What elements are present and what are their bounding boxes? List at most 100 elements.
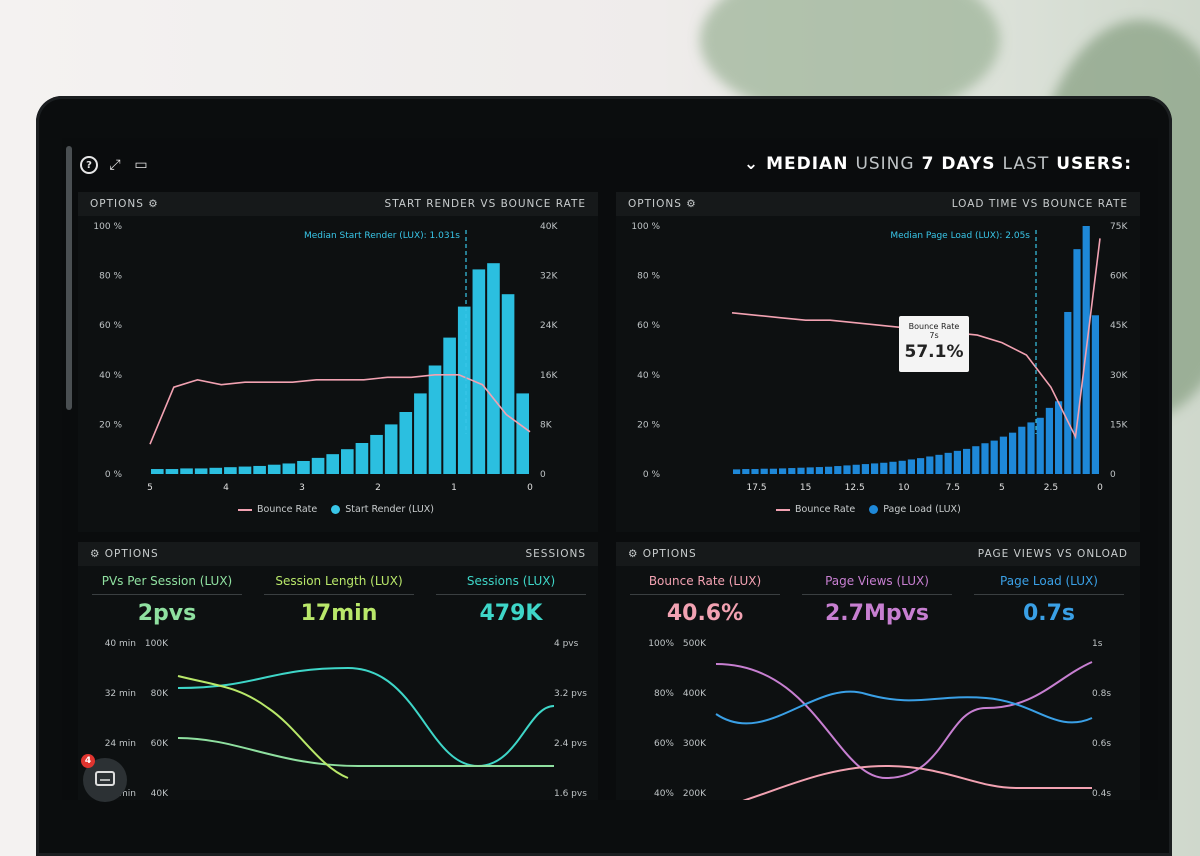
bar bbox=[935, 454, 943, 474]
tooltip: Bounce Rate 7s 57.1% bbox=[899, 316, 969, 372]
y-left-tick: 100 % bbox=[93, 222, 122, 232]
bar bbox=[788, 468, 796, 474]
y-right-tick: 24K bbox=[540, 321, 558, 331]
chevron-down-icon[interactable]: ⌄ bbox=[744, 154, 759, 174]
y-mid-tick: 60K bbox=[151, 739, 169, 749]
bar bbox=[501, 294, 515, 474]
metric-page-load: Page Load (LUX) 0.7s bbox=[974, 574, 1124, 626]
y-mid-tick: 100K bbox=[145, 639, 169, 649]
bar bbox=[825, 466, 833, 474]
bar bbox=[1091, 315, 1099, 474]
y-left-tick: 0.4s bbox=[1092, 789, 1111, 799]
y-left-tick: 3.2 pvs bbox=[554, 689, 587, 699]
y-right-tick: 24 min bbox=[105, 739, 136, 749]
y-mid-tick: 40K bbox=[151, 789, 169, 799]
options-button[interactable]: OPTIONS ⚙ bbox=[90, 198, 159, 210]
series-line bbox=[177, 675, 349, 779]
tooltip-title: Bounce Rate bbox=[908, 322, 960, 331]
panel-title: SESSIONS bbox=[525, 548, 586, 560]
bar bbox=[1045, 407, 1053, 474]
median-label: Median Page Load (LUX): 2.05s bbox=[890, 231, 1030, 241]
y-left-tick: 40 % bbox=[99, 371, 122, 381]
bar bbox=[487, 263, 500, 474]
y-left-tick: 0.8s bbox=[1092, 689, 1111, 699]
y-right-tick: 45K bbox=[1110, 321, 1128, 331]
options-button[interactable]: ⚙ OPTIONS bbox=[90, 548, 159, 560]
y-left-tick: 20 % bbox=[99, 420, 122, 430]
y-right-tick: 30K bbox=[1110, 371, 1128, 381]
y-right-tick: 32 min bbox=[105, 689, 136, 699]
y-right-tick: 0 bbox=[540, 470, 546, 480]
bar bbox=[516, 393, 529, 474]
y-right-tick: 8K bbox=[540, 420, 553, 430]
x-tick: 0 bbox=[1097, 483, 1103, 493]
bar bbox=[311, 457, 325, 474]
bar bbox=[326, 454, 339, 474]
y-left-tick: 0 % bbox=[643, 470, 661, 480]
bar bbox=[806, 467, 814, 474]
x-tick: 2.5 bbox=[1044, 483, 1058, 493]
bar bbox=[815, 467, 823, 474]
dot-swatch bbox=[869, 505, 879, 514]
load-time-panel: OPTIONS ⚙ LOAD TIME VS BOUNCE RATE 100 %… bbox=[616, 192, 1140, 532]
load-time-chart: 100 % 80 % 60 % 40 % 20 % 0 % 75K 60K 45K 30K 15K 0… bbox=[631, 222, 1128, 493]
bar bbox=[889, 461, 897, 474]
monitor-icon[interactable]: ▭ bbox=[132, 156, 150, 174]
metric-sessions: Sessions (LUX) 479K bbox=[436, 574, 586, 626]
y-left-tick: 4 pvs bbox=[554, 639, 579, 649]
y-right-tick: 60% bbox=[654, 739, 674, 749]
bar bbox=[742, 469, 750, 474]
metric-bounce-rate: Bounce Rate (LUX) 40.6% bbox=[630, 574, 780, 626]
y-mid-tick: 200K bbox=[683, 789, 707, 799]
bar bbox=[733, 469, 741, 474]
panel-title: PAGE VIEWS VS ONLOAD bbox=[977, 548, 1128, 560]
line-swatch bbox=[776, 508, 790, 511]
bar bbox=[267, 464, 281, 474]
x-tick: 4 bbox=[223, 483, 229, 493]
dot-swatch bbox=[331, 505, 341, 514]
legend-bounce-rate: Bounce Rate bbox=[776, 504, 855, 515]
bar bbox=[760, 468, 768, 474]
bar bbox=[414, 393, 427, 474]
gear-icon: ⚙ bbox=[686, 198, 697, 210]
bar bbox=[1018, 426, 1026, 474]
bar bbox=[209, 467, 223, 474]
metric-session-length: Session Length (LUX) 17min bbox=[264, 574, 414, 626]
metric-pvs-per-session: PVs Per Session (LUX) 2pvs bbox=[92, 574, 242, 626]
series-line bbox=[742, 764, 1092, 800]
bar bbox=[457, 306, 471, 474]
bar bbox=[1055, 401, 1063, 474]
bar bbox=[1036, 417, 1044, 474]
bar bbox=[165, 469, 179, 474]
x-tick: 3 bbox=[299, 483, 305, 493]
y-left-tick: 20 % bbox=[637, 420, 660, 430]
tooltip-sub: 7s bbox=[929, 331, 939, 340]
start-render-chart: 100 % 80 % 60 % 40 % 20 % 0 % 40K 32K 24K 16K 8K 00… bbox=[93, 222, 558, 493]
bar bbox=[972, 446, 980, 474]
start-render-panel: OPTIONS ⚙ START RENDER VS BOUNCE RATE 10… bbox=[78, 192, 598, 532]
y-right-tick: 40% bbox=[654, 789, 674, 799]
dashboard-screen: ? ⤢ ▭ ⌄ MEDIAN USING 7 DAYS LAST USERS: … bbox=[62, 138, 1158, 800]
bar bbox=[797, 467, 805, 474]
expand-icon[interactable]: ⤢ bbox=[106, 156, 124, 174]
options-button[interactable]: OPTIONS ⚙ bbox=[628, 198, 697, 210]
y-left-tick: 1s bbox=[1092, 639, 1103, 649]
gear-icon: ⚙ bbox=[90, 548, 101, 560]
y-left-tick: 1.6 pvs bbox=[554, 789, 587, 799]
bar bbox=[963, 448, 971, 474]
notification-badge: 4 bbox=[81, 754, 95, 768]
bar bbox=[926, 456, 934, 474]
metric-page-views: Page Views (LUX) 2.7Mpvs bbox=[802, 574, 952, 626]
scrollbar[interactable] bbox=[66, 146, 72, 410]
bar bbox=[898, 460, 906, 474]
options-button[interactable]: ⚙ OPTIONS bbox=[628, 548, 697, 560]
help-icon[interactable]: ? bbox=[80, 156, 98, 174]
bar bbox=[297, 460, 310, 474]
y-mid-tick: 500K bbox=[683, 639, 707, 649]
x-tick: 2 bbox=[375, 483, 381, 493]
bar bbox=[999, 436, 1007, 474]
sessions-panel: ⚙ OPTIONS SESSIONS PVs Per Session (LUX)… bbox=[78, 542, 598, 800]
y-left-tick: 60 % bbox=[637, 321, 660, 331]
x-tick: 5 bbox=[999, 483, 1005, 493]
bar bbox=[907, 459, 915, 474]
